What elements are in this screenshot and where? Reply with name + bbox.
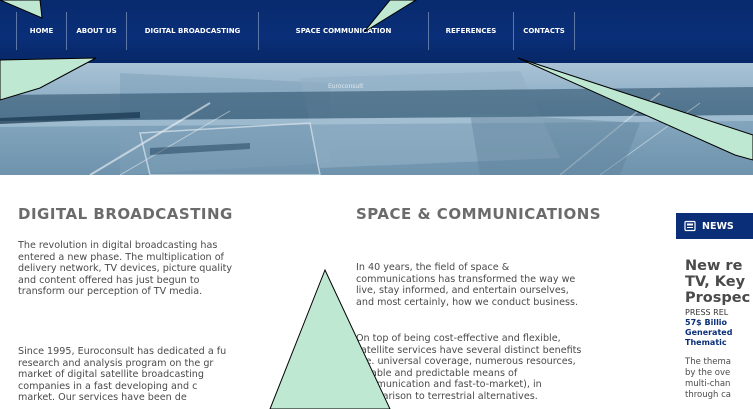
- nav-about-us[interactable]: ABOUT US: [66, 12, 126, 50]
- text-line: companies in a fast developing and c: [18, 380, 198, 392]
- banner-graphic: [0, 71, 753, 175]
- news-summary-line: Generated: [685, 328, 733, 337]
- newspaper-icon: [684, 220, 696, 232]
- text-line: The revolution in digital broadcasting h…: [18, 240, 218, 251]
- text-line: market of digital satellite broadcasting: [18, 369, 204, 380]
- news-body-line: multi-chan: [685, 379, 731, 389]
- text-line: communications has transformed the way w…: [356, 273, 576, 285]
- news-headline-line[interactable]: Prospec: [685, 290, 750, 306]
- news-summary-line: 57$ Billio: [685, 318, 728, 327]
- text-line: research and analysis program on the gr: [18, 357, 214, 369]
- text-line: delivery network, TV devices, picture qu…: [18, 263, 233, 274]
- text-line: satellite services have several distinct…: [356, 344, 582, 356]
- news-headline-line[interactable]: New re: [685, 258, 742, 274]
- text-line: and most certainly, how we conduct busin…: [356, 296, 579, 308]
- text-line: and content offered has just begun to: [18, 274, 200, 286]
- space-communications-title: SPACE & COMMUNICATIONS: [356, 205, 602, 223]
- news-headline-line[interactable]: TV, Key: [685, 274, 745, 290]
- text-line: communication and fast-to-market), in: [356, 379, 542, 390]
- digital-broadcasting-body: Since 1995, Euroconsult has dedicated a …: [18, 346, 226, 404]
- nav-space-communication[interactable]: SPACE COMMUNICATION: [258, 12, 428, 50]
- news-body-line: by the ove: [685, 368, 731, 378]
- text-line: comparison to terrestrial alternatives.: [356, 390, 538, 402]
- main-nav: HOME ABOUT US DIGITAL BROADCASTING SPACE…: [16, 12, 575, 50]
- text-line: reliable and predictable means of: [356, 367, 518, 379]
- hero-banner: Euroconsult: [0, 63, 753, 175]
- space-communications-intro: In 40 years, the field of space & commun…: [356, 262, 578, 308]
- nav-references[interactable]: REFERENCES: [428, 12, 513, 50]
- text-line: transform our perception of TV media.: [18, 286, 203, 297]
- digital-broadcasting-intro: The revolution in digital broadcasting h…: [18, 240, 232, 298]
- text-line: entered a new phase. The multiplication …: [18, 251, 224, 263]
- nav-contacts[interactable]: CONTACTS: [513, 12, 575, 50]
- nav-home[interactable]: HOME: [16, 12, 66, 50]
- news-body-line: The thema: [685, 357, 731, 367]
- news-body-line: through ca: [685, 390, 731, 400]
- text-line: market. Our services have been de: [18, 392, 187, 403]
- banner-tagline: Euroconsult: [328, 83, 364, 90]
- page: HOME ABOUT US DIGITAL BROADCASTING SPACE…: [0, 0, 753, 409]
- news-press-release: PRESS REL: [685, 308, 729, 317]
- news-label: NEWS: [702, 220, 734, 232]
- text-line: live, stay informed, and entertain ourse…: [356, 285, 569, 296]
- top-navigation-bar: HOME ABOUT US DIGITAL BROADCASTING SPACE…: [0, 0, 753, 63]
- news-summary-line: Thematic: [685, 338, 727, 347]
- text-line: In 40 years, the field of space &: [356, 262, 510, 273]
- text-line: On top of being cost-effective and flexi…: [356, 333, 561, 344]
- text-line: (i.e. universal coverage, numerous resou…: [356, 356, 576, 367]
- text-line: Since 1995, Euroconsult has dedicated a …: [18, 346, 227, 357]
- news-header[interactable]: NEWS: [676, 213, 753, 239]
- nav-digital-broadcasting[interactable]: DIGITAL BROADCASTING: [126, 12, 258, 50]
- space-communications-body: On top of being cost-effective and flexi…: [356, 333, 581, 402]
- digital-broadcasting-title: DIGITAL BROADCASTING: [18, 205, 233, 223]
